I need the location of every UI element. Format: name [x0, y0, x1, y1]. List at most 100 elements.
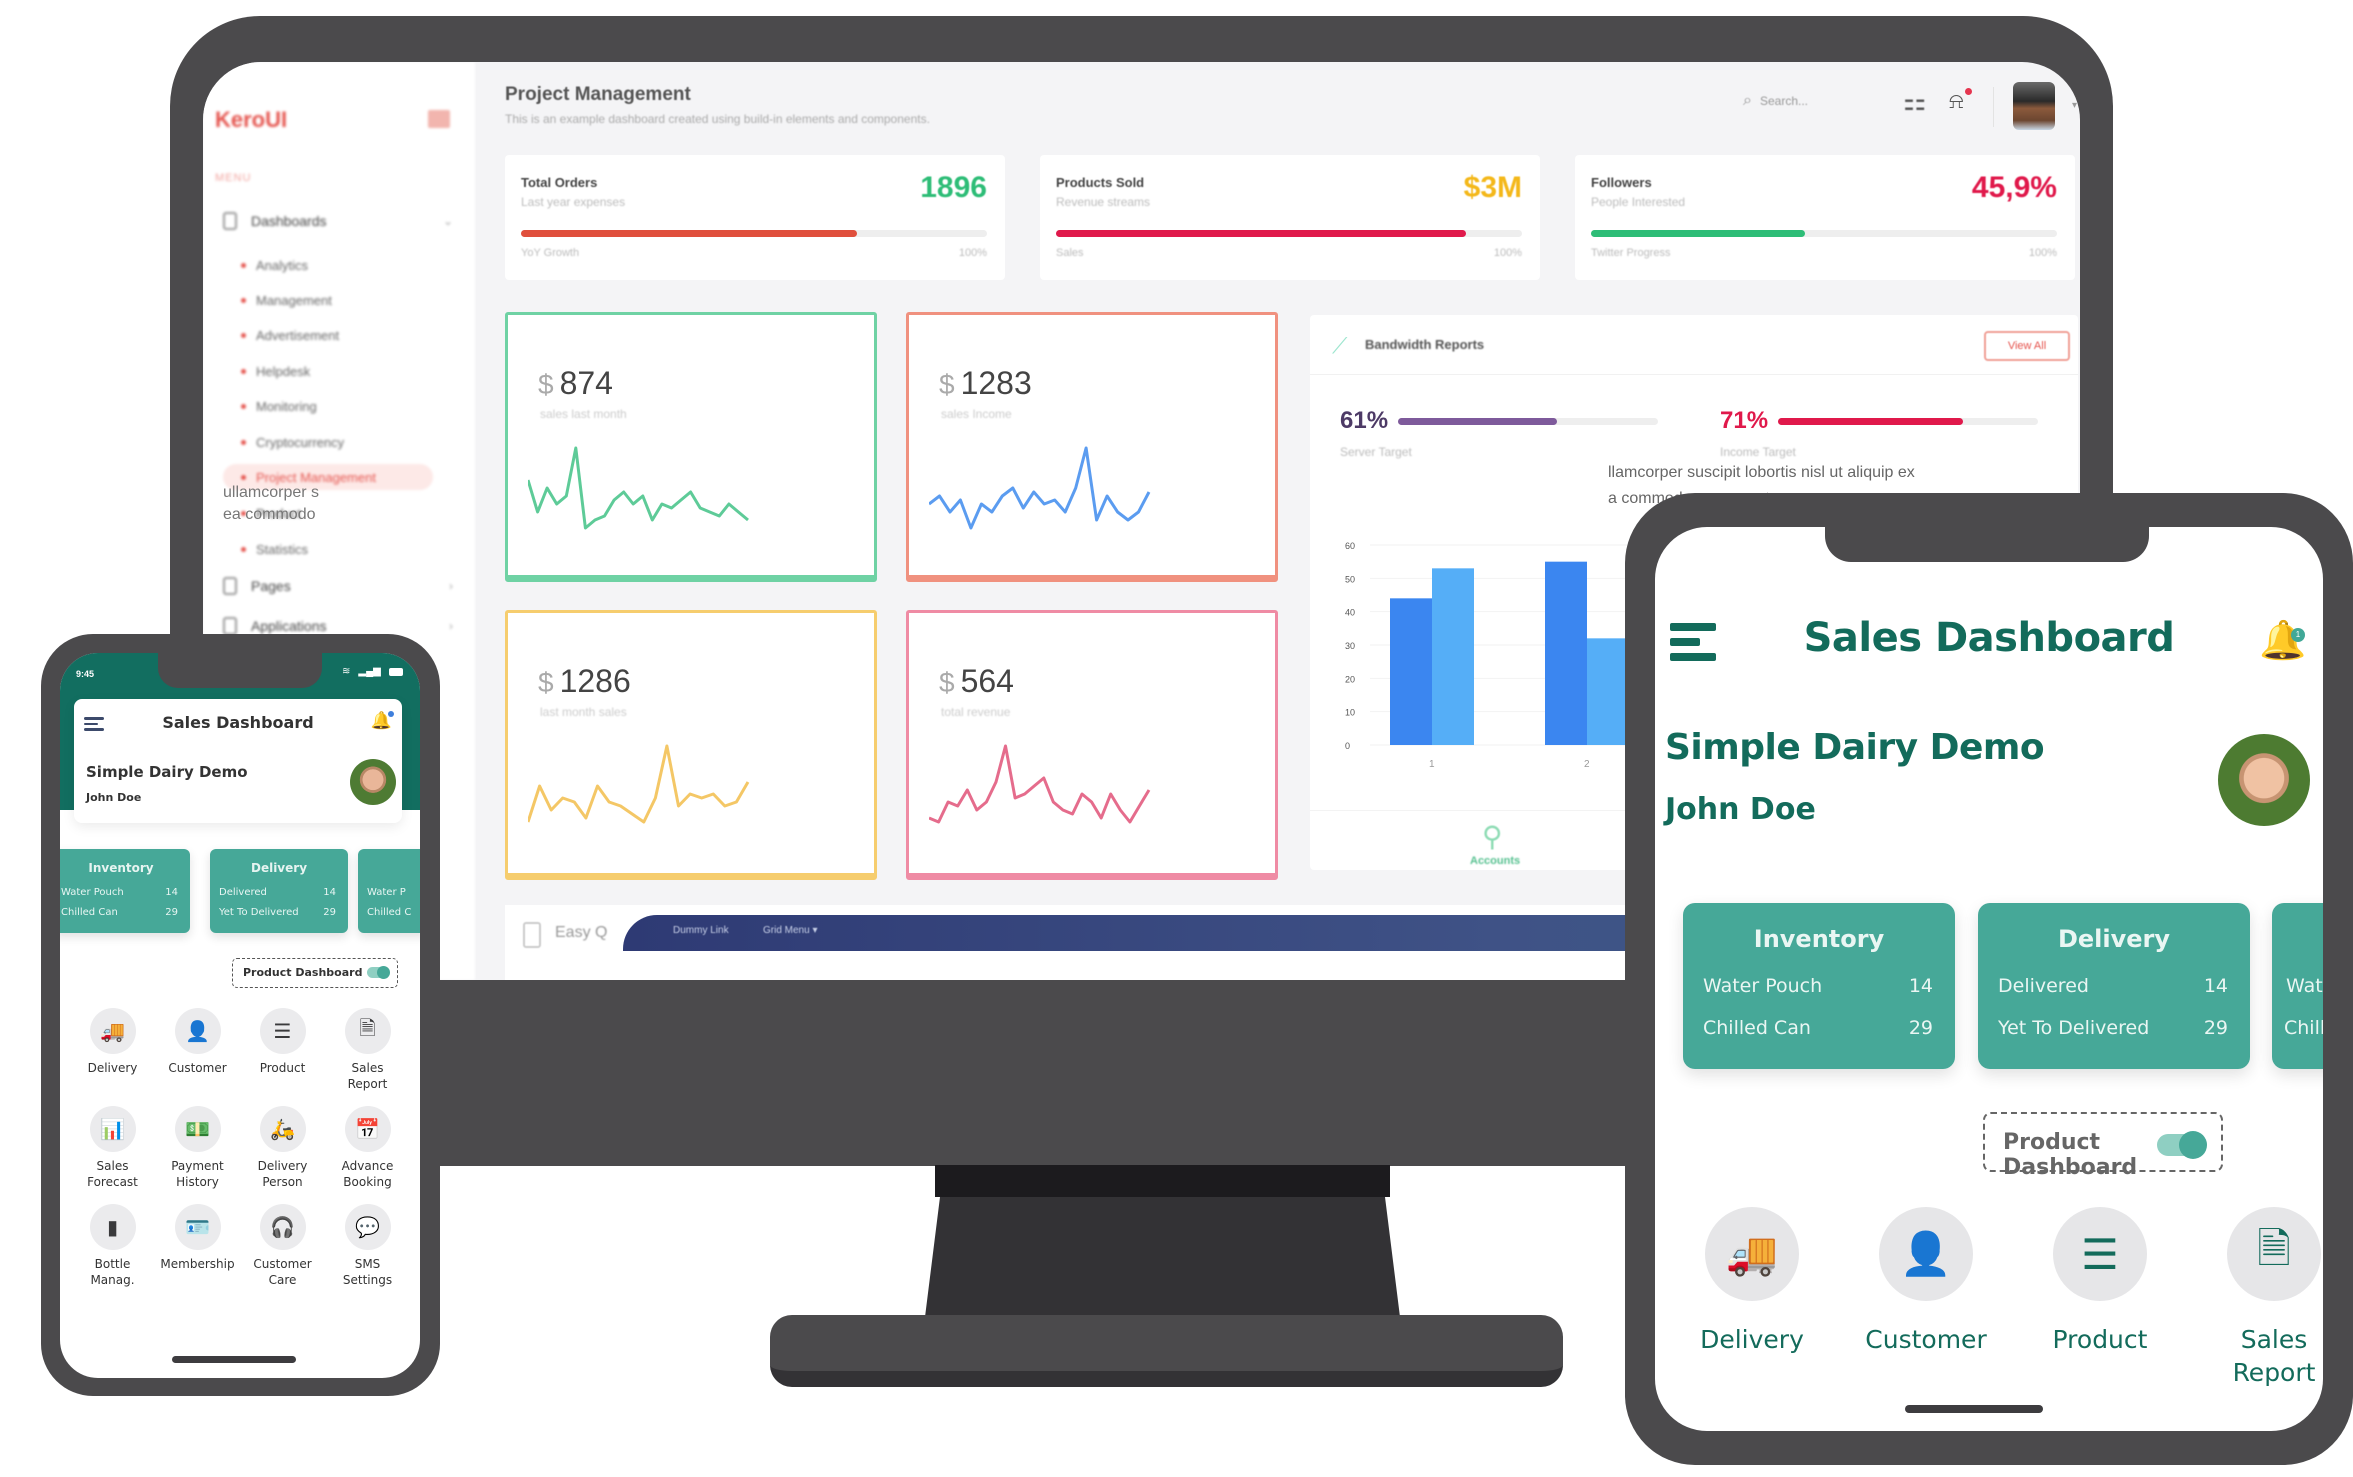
- summary-tile-inventory[interactable]: Inventory Water Pouch 14 Chilled Can 29: [60, 849, 190, 933]
- summary-tile-partial[interactable]: Water P Chilled C: [358, 849, 420, 933]
- user-name: John Doe: [1665, 792, 1816, 827]
- metric-percent: 61%: [1340, 407, 1389, 434]
- sidebar-group-applications[interactable]: Applications ›: [223, 617, 453, 635]
- stat-progress-fill: [1591, 230, 1806, 237]
- stat-title: Total Orders: [521, 175, 598, 190]
- tile-row-label: Delivered: [1998, 975, 2089, 997]
- menu-item-customer[interactable]: 👤 Customer: [1839, 1207, 2013, 1389]
- panel-title: Easy Q: [555, 924, 608, 941]
- toggle-switch[interactable]: [367, 966, 390, 979]
- notification-bell-icon[interactable]: ⍾: [1949, 88, 1964, 114]
- menu-item-product[interactable]: ☰ Product: [240, 1008, 325, 1092]
- overlay-text-line: ea commodo: [223, 506, 316, 523]
- toggle-label: Product Dashboard: [2003, 1130, 2138, 1180]
- nav-link-grid-menu[interactable]: Grid Menu ▾: [763, 925, 817, 936]
- sidebar-item-helpdesk[interactable]: Helpdesk: [241, 358, 441, 384]
- metric-income-target: 71%: [1720, 407, 2039, 435]
- nav-link-dummy[interactable]: Dummy Link: [673, 925, 729, 936]
- menu-item-sales-report[interactable]: 🗎 Sales Report: [325, 1008, 410, 1092]
- menu-item-label: Customer: [168, 1061, 227, 1075]
- app-logo[interactable]: KeroUI: [215, 107, 287, 133]
- menu-item-label: Sales Report: [347, 1061, 388, 1091]
- menu-item-label: Membership: [160, 1257, 235, 1271]
- signal-icon: ▂▄▆: [358, 666, 381, 677]
- menu-item-label: Product: [2052, 1325, 2148, 1354]
- sidebar-item-management[interactable]: Management: [241, 287, 441, 313]
- bottle-manag-icon: ▮: [89, 1204, 136, 1250]
- apps-grid-icon[interactable]: ⚏: [1903, 86, 1926, 117]
- sidebar-group-dashboards[interactable]: Dashboards ⌄: [223, 212, 453, 230]
- menu-item-label: SMS Settings: [342, 1257, 393, 1287]
- summary-tile-delivery[interactable]: Delivery Delivered 14 Yet To Delivered 29: [1978, 903, 2250, 1069]
- y-tick-label: 0: [1345, 741, 1350, 751]
- customer-icon: 👤: [1879, 1207, 1973, 1301]
- sparkline-chart: [929, 446, 1151, 530]
- spark-value: 1283: [960, 365, 1032, 401]
- sidebar-item-cryptocurrency[interactable]: Cryptocurrency: [241, 429, 441, 455]
- sidebar-toggle-button[interactable]: [428, 110, 450, 128]
- tile-row-value: 29: [1908, 1017, 1933, 1039]
- home-indicator: [1905, 1405, 2043, 1413]
- chevron-down-icon: ⌄: [442, 214, 453, 228]
- summary-tile-partial[interactable]: Wate Chille: [2272, 903, 2323, 1069]
- membership-icon: 🪪: [174, 1204, 221, 1250]
- menu-item-customer[interactable]: 👤 Customer: [155, 1008, 240, 1092]
- menu-item-advance-booking[interactable]: 📅 Advance Booking: [325, 1106, 410, 1190]
- tile-row-label: Yet To Delivered: [219, 907, 299, 918]
- metric-progress: [1778, 417, 2039, 425]
- bullet-icon: [241, 474, 246, 480]
- summary-tile-inventory[interactable]: Inventory Water Pouch 14 Chilled Can 29: [1683, 903, 1955, 1069]
- menu-item-product[interactable]: ☰ Product: [2013, 1207, 2187, 1389]
- tile-row-value: 14: [1908, 975, 1933, 997]
- currency-symbol: $: [538, 667, 554, 698]
- metric-progress-fill: [1398, 417, 1557, 425]
- status-icons: ≋ ▂▄▆: [342, 666, 403, 677]
- menu-item-payment-history[interactable]: 💵 Payment History: [155, 1106, 240, 1190]
- sidebar-item-label: Monitoring: [256, 398, 317, 414]
- tile-title: Inventory: [1753, 925, 1885, 953]
- stat-progress-fill: [521, 230, 857, 237]
- search-input[interactable]: ⌕ Search...: [1743, 92, 1808, 110]
- delivery-person-icon: 🛵: [259, 1106, 306, 1152]
- stat-progress-fill: [1056, 230, 1467, 237]
- summary-tile-delivery[interactable]: Delivery Delivered 14 Yet To Delivered 29: [210, 849, 348, 933]
- user-avatar[interactable]: [2218, 734, 2310, 826]
- metric-progress-fill: [1778, 417, 1963, 425]
- menu-item-sales-report[interactable]: 🗎 Sales Report: [2187, 1207, 2323, 1389]
- spark-value: 874: [559, 365, 613, 401]
- user-avatar[interactable]: [350, 759, 396, 805]
- stat-card-followers: Followers People Interested 45,9% Twitte…: [1575, 155, 2075, 280]
- user-avatar[interactable]: [2013, 82, 2055, 130]
- sidebar-group-pages[interactable]: Pages ›: [223, 577, 453, 595]
- sidebar-item-label: Advertisement: [256, 327, 340, 343]
- menu-item-delivery[interactable]: 🚚 Delivery: [70, 1008, 155, 1092]
- sparkline-chart: [528, 446, 749, 530]
- toggle-switch[interactable]: [2157, 1131, 2207, 1159]
- menu-item-sms-settings[interactable]: 💬 SMS Settings: [325, 1204, 410, 1288]
- menu-item-customer-care[interactable]: 🎧 Customer Care: [240, 1204, 325, 1288]
- feature-grid: 🚚 Delivery 👤 Customer ☰ Product 🗎 Sales Report: [1665, 1207, 2321, 1389]
- spark-label: total revenue: [941, 705, 1011, 719]
- sidebar-item-statistics[interactable]: Statistics: [241, 536, 441, 562]
- menu-item-delivery[interactable]: 🚚 Delivery: [1665, 1207, 1839, 1389]
- menu-item-membership[interactable]: 🪪 Membership: [155, 1204, 240, 1288]
- user-name: John Doe: [86, 791, 142, 804]
- sidebar-item-label: Cryptocurrency: [256, 434, 345, 450]
- sidebar-item-monitoring[interactable]: Monitoring: [241, 393, 441, 419]
- menu-item-delivery-person[interactable]: 🛵 Delivery Person: [240, 1106, 325, 1190]
- stat-progress: [521, 230, 987, 237]
- bullet-icon: [241, 297, 246, 303]
- product-dashboard-toggle[interactable]: Product Dashboard: [232, 958, 398, 988]
- menu-item-sales-forecast[interactable]: 📊 Sales Forecast: [70, 1106, 155, 1190]
- product-dashboard-toggle[interactable]: Product Dashboard: [1983, 1112, 2223, 1180]
- menu-item-bottle-manag[interactable]: ▮ Bottle Manag.: [70, 1204, 155, 1288]
- caret-down-icon[interactable]: ▾: [2072, 100, 2077, 111]
- bullet-icon: [241, 403, 246, 409]
- sidebar-item-advertisement[interactable]: Advertisement: [241, 322, 441, 348]
- card-header: ⟋ Bandwidth Reports View All: [1310, 315, 2078, 375]
- page-subtitle: This is an example dashboard created usi…: [505, 112, 930, 126]
- view-all-button[interactable]: View All: [1984, 331, 2070, 361]
- accounts-label[interactable]: Accounts: [1470, 855, 1520, 867]
- sidebar-item-analytics[interactable]: Analytics: [241, 252, 441, 278]
- menu-item-label: Sales Report: [2232, 1325, 2316, 1387]
